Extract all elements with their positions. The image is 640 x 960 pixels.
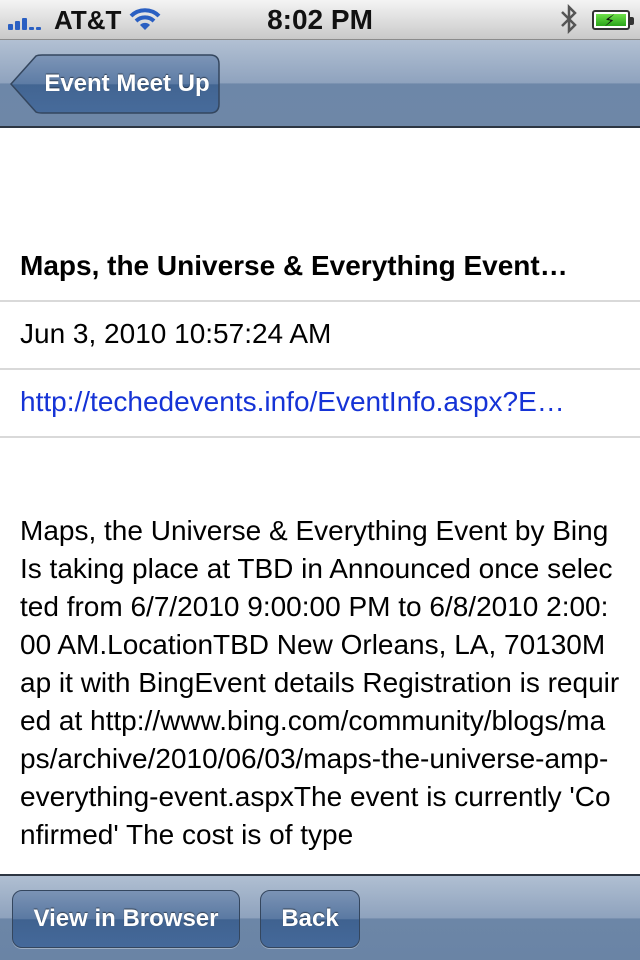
- navigation-bar: Event Meet Up: [0, 40, 640, 128]
- status-time: 8:02 PM: [267, 4, 373, 35]
- event-url-link[interactable]: http://techedevents.info/EventInfo.aspx?…: [20, 386, 616, 418]
- back-nav-label: Event Meet Up: [44, 70, 210, 97]
- event-title-row: Maps, the Universe & Everything Event…: [0, 130, 640, 302]
- status-bar: AT&T 8:02 PM ⚡: [0, 0, 640, 40]
- event-date-row: Jun 3, 2010 10:57:24 AM: [0, 302, 640, 370]
- battery-charging-icon: ⚡: [592, 10, 634, 30]
- back-nav-button[interactable]: Event Meet Up: [10, 54, 220, 114]
- event-title: Maps, the Universe & Everything Event…: [20, 250, 568, 281]
- event-description: Maps, the Universe & Everything Event by…: [20, 515, 620, 850]
- event-url-row[interactable]: http://techedevents.info/EventInfo.aspx?…: [0, 370, 640, 438]
- event-date: Jun 3, 2010 10:57:24 AM: [20, 318, 332, 349]
- event-detail-view: Maps, the Universe & Everything Event… J…: [0, 130, 640, 874]
- bottom-toolbar: View in Browser Back: [0, 874, 640, 960]
- view-in-browser-button[interactable]: View in Browser: [12, 890, 240, 948]
- bluetooth-icon: [561, 4, 577, 34]
- back-button[interactable]: Back: [260, 890, 360, 948]
